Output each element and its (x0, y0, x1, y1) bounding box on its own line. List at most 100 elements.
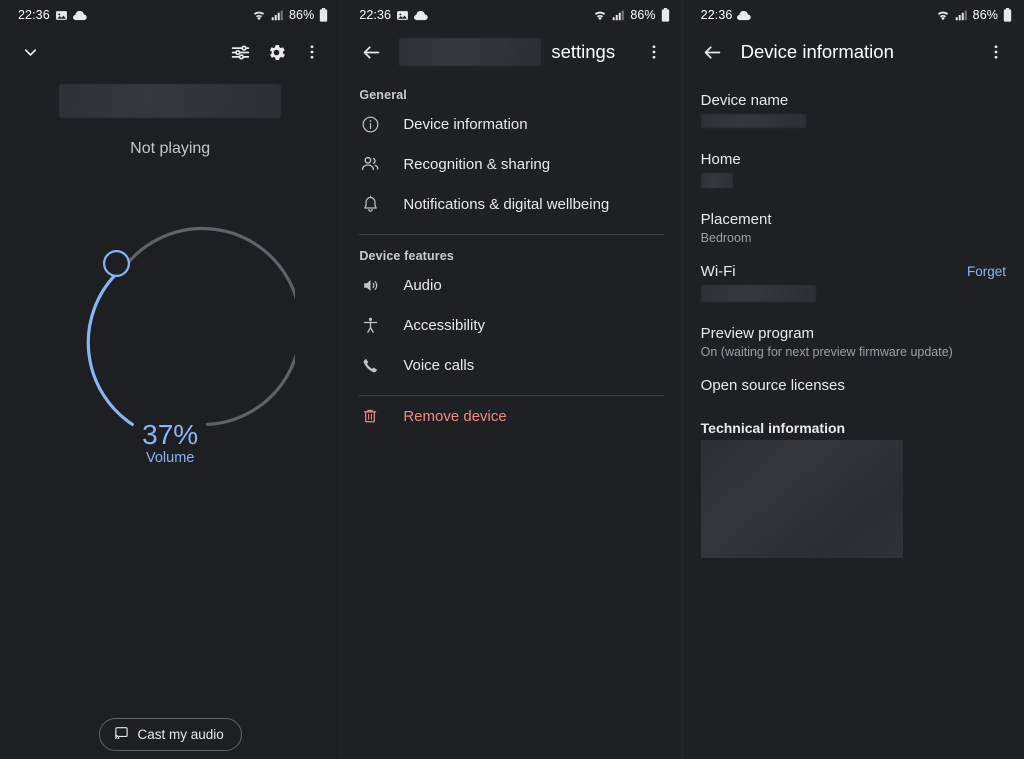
info-row-preview-program[interactable]: Preview program On (waiting for next pre… (683, 325, 1024, 359)
equalizer-icon[interactable] (222, 34, 258, 70)
panel-device-settings: 22:36 86% settings General Device inform… (340, 0, 682, 759)
more-vertical-icon[interactable] (978, 34, 1014, 70)
menu-item-audio[interactable]: Audio (341, 265, 681, 305)
gear-icon[interactable] (258, 34, 294, 70)
volume-active-arc (86, 272, 135, 426)
menu-item-device-information[interactable]: Device information (341, 104, 681, 144)
status-bar-panel-1: 22:36 86% (0, 0, 340, 30)
menu-item-label: Device information (403, 115, 528, 133)
signal-icon (955, 9, 967, 21)
status-bar-left: 22:36 (701, 8, 752, 22)
info-row-wifi[interactable]: Wi-Fi Forget (683, 263, 1024, 307)
bell-icon (359, 195, 381, 214)
info-value: Bedroom (700, 231, 752, 245)
wifi-icon (252, 9, 266, 21)
three-panel-screenshot: 22:36 86% Not playing 37% Volume Cast my… (0, 0, 1024, 759)
cast-my-audio-button[interactable]: Cast my audio (98, 718, 242, 751)
cloud-icon (414, 10, 428, 21)
chevron-down-icon[interactable] (12, 34, 48, 70)
battery-icon (1003, 8, 1012, 22)
settings-title-suffix: settings (551, 41, 616, 62)
status-time: 22:36 (700, 8, 733, 22)
wifi-head-row: Wi-Fi Forget (701, 263, 1006, 280)
wifi-icon (936, 9, 950, 21)
menu-item-recognition-sharing[interactable]: Recognition & sharing (341, 144, 681, 184)
info-label: Home (700, 151, 741, 168)
cloud-icon (72, 10, 87, 21)
volume-percent: 37% (142, 418, 199, 450)
battery-icon (661, 8, 670, 22)
battery-percent: 86% (630, 8, 656, 22)
status-bar-right: 86% (936, 8, 1012, 22)
media-card: Not playing (0, 78, 340, 158)
panel-media-control: 22:36 86% Not playing 37% Volume Cast my… (0, 0, 341, 759)
cast-button-wrap: Cast my audio (0, 718, 340, 751)
menu-item-voice-calls[interactable]: Voice calls (341, 345, 681, 385)
cast-button-label: Cast my audio (137, 727, 224, 742)
technical-information-heading: Technical information (700, 420, 846, 436)
volume-label: Volume (145, 450, 195, 466)
more-vertical-icon[interactable] (636, 34, 672, 70)
phone-icon (359, 356, 381, 375)
info-label: Wi-Fi (700, 263, 736, 280)
status-time: 22:36 (18, 8, 50, 22)
cloud-icon (737, 10, 752, 21)
menu-item-label: Audio (403, 276, 442, 294)
app-bar-panel-1 (0, 30, 340, 74)
image-icon (55, 9, 68, 22)
menu-item-notifications-wellbeing[interactable]: Notifications & digital wellbeing (341, 184, 681, 224)
menu-item-label: Accessibility (403, 316, 486, 334)
status-bar-left: 22:36 (359, 8, 428, 22)
status-bar-panel-2: 22:36 86% (341, 0, 681, 30)
section-heading-device-features: Device features (359, 249, 454, 263)
info-circle-icon (359, 115, 381, 134)
menu-item-label: Voice calls (403, 356, 475, 374)
volume-track (121, 226, 296, 426)
wifi-value-redacted (700, 285, 816, 302)
trash-icon (359, 407, 381, 425)
app-bar-panel-3: Device information (683, 30, 1024, 74)
volume-dial[interactable]: 37% Volume (45, 220, 296, 470)
info-row-open-source-licenses[interactable]: Open source licenses (683, 377, 1024, 394)
status-bar-right: 86% (252, 8, 328, 22)
wifi-icon (593, 9, 607, 21)
menu-item-label: Notifications & digital wellbeing (403, 195, 610, 213)
info-label: Open source licenses (700, 377, 845, 394)
people-icon (359, 154, 381, 174)
image-icon (396, 9, 409, 22)
playback-status: Not playing (130, 140, 211, 157)
more-vertical-icon[interactable] (294, 34, 330, 70)
status-bar-panel-3: 22:36 86% (683, 0, 1024, 30)
info-row-device-name[interactable]: Device name (683, 92, 1024, 133)
media-title-redacted (59, 84, 282, 118)
info-label: Placement (700, 211, 772, 228)
remove-device-label: Remove device (403, 407, 507, 425)
info-row-placement[interactable]: Placement Bedroom (683, 211, 1024, 245)
menu-item-accessibility[interactable]: Accessibility (341, 305, 681, 345)
arrow-back-icon[interactable] (695, 34, 731, 70)
volume-readout: 37% Volume (45, 418, 295, 466)
settings-title-redacted-prefix (399, 38, 542, 66)
arrow-back-icon[interactable] (353, 34, 389, 70)
home-value-redacted (700, 173, 733, 188)
menu-item-remove-device[interactable]: Remove device (341, 396, 681, 436)
status-bar-right: 86% (593, 8, 669, 22)
volume-knob[interactable] (103, 250, 131, 277)
battery-icon (319, 8, 328, 22)
section-heading-general: General (359, 88, 407, 102)
technical-information-body-redacted (700, 440, 903, 558)
info-label: Preview program (700, 325, 815, 342)
app-bar-panel-2: settings (341, 30, 681, 74)
signal-icon (612, 9, 625, 21)
info-value: On (waiting for next preview firmware up… (700, 345, 953, 359)
status-bar-left: 22:36 (18, 8, 87, 22)
cast-icon (114, 726, 129, 743)
forget-wifi-link[interactable]: Forget (967, 264, 1006, 279)
info-row-home[interactable]: Home (683, 151, 1024, 193)
panel-device-information: 22:36 86% Device information Device name… (681, 0, 1024, 759)
info-label: Device name (700, 92, 789, 109)
accessibility-icon (359, 316, 381, 335)
device-name-value-redacted (700, 114, 806, 128)
battery-percent: 86% (972, 8, 998, 22)
page-title: Device information (740, 41, 894, 62)
